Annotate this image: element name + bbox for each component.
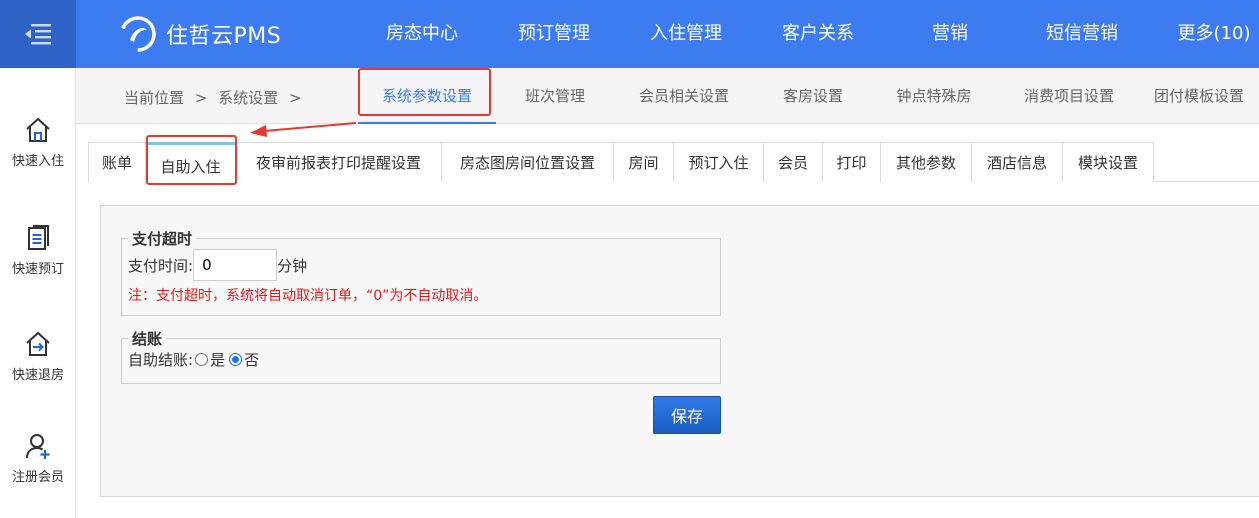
sidebar-item-quick-reservation[interactable]: 快速预订: [0, 224, 76, 314]
settings-panel: 支付超时 支付时间: 分钟 注：支付超时，系统将自动取消订单，“0”为不自动取消…: [100, 205, 1259, 497]
top-bar: 住哲云PMS 房态中心 预订管理 入住管理 客户关系 营销 短信营销 更多(10…: [0, 0, 1259, 68]
module-tabs: 系统参数设置 班次管理 会员相关设置 客房设置 钟点特殊房 消费项目设置 团付模…: [358, 68, 1259, 124]
subtab-room-map-position[interactable]: 房态图房间位置设置: [441, 142, 614, 182]
home-icon: [26, 117, 50, 142]
nav-reservation[interactable]: 预订管理: [488, 0, 620, 68]
tab-hourly-rooms[interactable]: 钟点特殊房: [872, 68, 996, 124]
radio-unchecked-icon: [195, 353, 209, 366]
sidebar-item-label: 注册会员: [11, 470, 64, 485]
document-icon: [28, 225, 49, 250]
radio-checked-icon: [229, 353, 243, 366]
tab-group-template[interactable]: 团付模板设置: [1142, 68, 1259, 124]
nav-sms-marketing[interactable]: 短信营销: [1016, 0, 1148, 68]
payment-time-input[interactable]: [193, 249, 278, 281]
payment-time-label: 支付时间:: [128, 256, 194, 275]
self-checkout-yes-radio[interactable]: 是: [193, 349, 225, 370]
app-logo[interactable]: 住哲云PMS: [120, 16, 281, 52]
sub-tabs: 账单 自助入住 夜审前报表打印提醒设置 房态图房间位置设置 房间 预订入住 会员…: [88, 142, 1259, 182]
breadcrumb: 当前位置 > 系统设置 >: [124, 68, 308, 124]
nav-customer[interactable]: 客户关系: [752, 0, 884, 68]
checkout-icon: [26, 331, 50, 356]
radio-label: 是: [210, 351, 226, 369]
quick-sidebar: 快速入住 快速预订 快速退房 注册会员: [0, 68, 76, 518]
sidebar-item-quick-checkin[interactable]: 快速入住: [0, 116, 76, 206]
save-button[interactable]: 保存: [653, 396, 721, 434]
radio-label: 否: [244, 351, 260, 369]
app-name: 住哲云PMS: [166, 24, 282, 49]
sidebar-item-register-member[interactable]: 注册会员: [0, 432, 76, 518]
sidebar-item-label: 快速预订: [11, 262, 64, 277]
checkout-group: 结账 自助结账: 是 否: [121, 328, 721, 384]
menu-collapse-icon: [25, 24, 51, 45]
subtab-print[interactable]: 打印: [822, 142, 881, 182]
payment-timeout-legend: 支付超时: [132, 230, 193, 248]
sidebar-item-label: 快速退房: [11, 368, 64, 383]
subtab-module-settings[interactable]: 模块设置: [1062, 142, 1154, 182]
breadcrumb-separator: >: [288, 89, 302, 107]
subtab-member[interactable]: 会员: [763, 142, 823, 182]
self-checkout-no-radio[interactable]: 否: [227, 349, 259, 370]
logo-icon: [120, 16, 156, 52]
nav-more[interactable]: 更多(10): [1148, 0, 1259, 68]
add-user-icon: [26, 434, 50, 459]
tab-member-settings[interactable]: 会员相关设置: [614, 68, 754, 124]
breadcrumb-current: 当前位置: [124, 89, 185, 107]
payment-timeout-note: 注：支付超时，系统将自动取消订单，“0”为不自动取消。: [128, 288, 488, 304]
main-nav: 房态中心 预订管理 入住管理 客户关系 营销 短信营销 更多(10): [356, 0, 1259, 68]
tab-consumption-items[interactable]: 消费项目设置: [996, 68, 1142, 124]
nav-room-status[interactable]: 房态中心: [356, 0, 488, 68]
module-bar: 当前位置 > 系统设置 > 系统参数设置 班次管理 会员相关设置 客房设置 钟点…: [76, 68, 1259, 124]
nav-marketing[interactable]: 营销: [884, 0, 1016, 68]
breadcrumb-section[interactable]: 系统设置: [218, 89, 278, 107]
subtab-reservation-checkin[interactable]: 预订入住: [673, 142, 764, 182]
subtab-night-audit-print[interactable]: 夜审前报表打印提醒设置: [235, 142, 442, 182]
subtab-bill[interactable]: 账单: [88, 142, 146, 182]
sidebar-item-label: 快速入住: [11, 154, 64, 169]
tab-room-settings[interactable]: 客房设置: [754, 68, 872, 124]
breadcrumb-separator: >: [194, 89, 208, 107]
annotation-arrow: [250, 122, 357, 137]
nav-check-in[interactable]: 入住管理: [620, 0, 752, 68]
payment-time-unit: 分钟: [277, 256, 308, 275]
self-checkout-label: 自助结账:: [128, 351, 194, 369]
sidebar-item-quick-checkout[interactable]: 快速退房: [0, 330, 76, 420]
tab-system-params[interactable]: 系统参数设置: [358, 68, 496, 124]
subtab-room[interactable]: 房间: [613, 142, 674, 182]
subtab-self-checkin[interactable]: 自助入住: [145, 142, 236, 182]
menu-toggle-button[interactable]: [0, 0, 76, 68]
tab-shift-management[interactable]: 班次管理: [496, 68, 614, 124]
subtab-hotel-info[interactable]: 酒店信息: [971, 142, 1063, 182]
checkout-legend: 结账: [132, 330, 163, 348]
subtab-other-params[interactable]: 其他参数: [880, 142, 972, 182]
payment-timeout-group: 支付超时 支付时间: 分钟 注：支付超时，系统将自动取消订单，“0”为不自动取消…: [121, 228, 721, 316]
